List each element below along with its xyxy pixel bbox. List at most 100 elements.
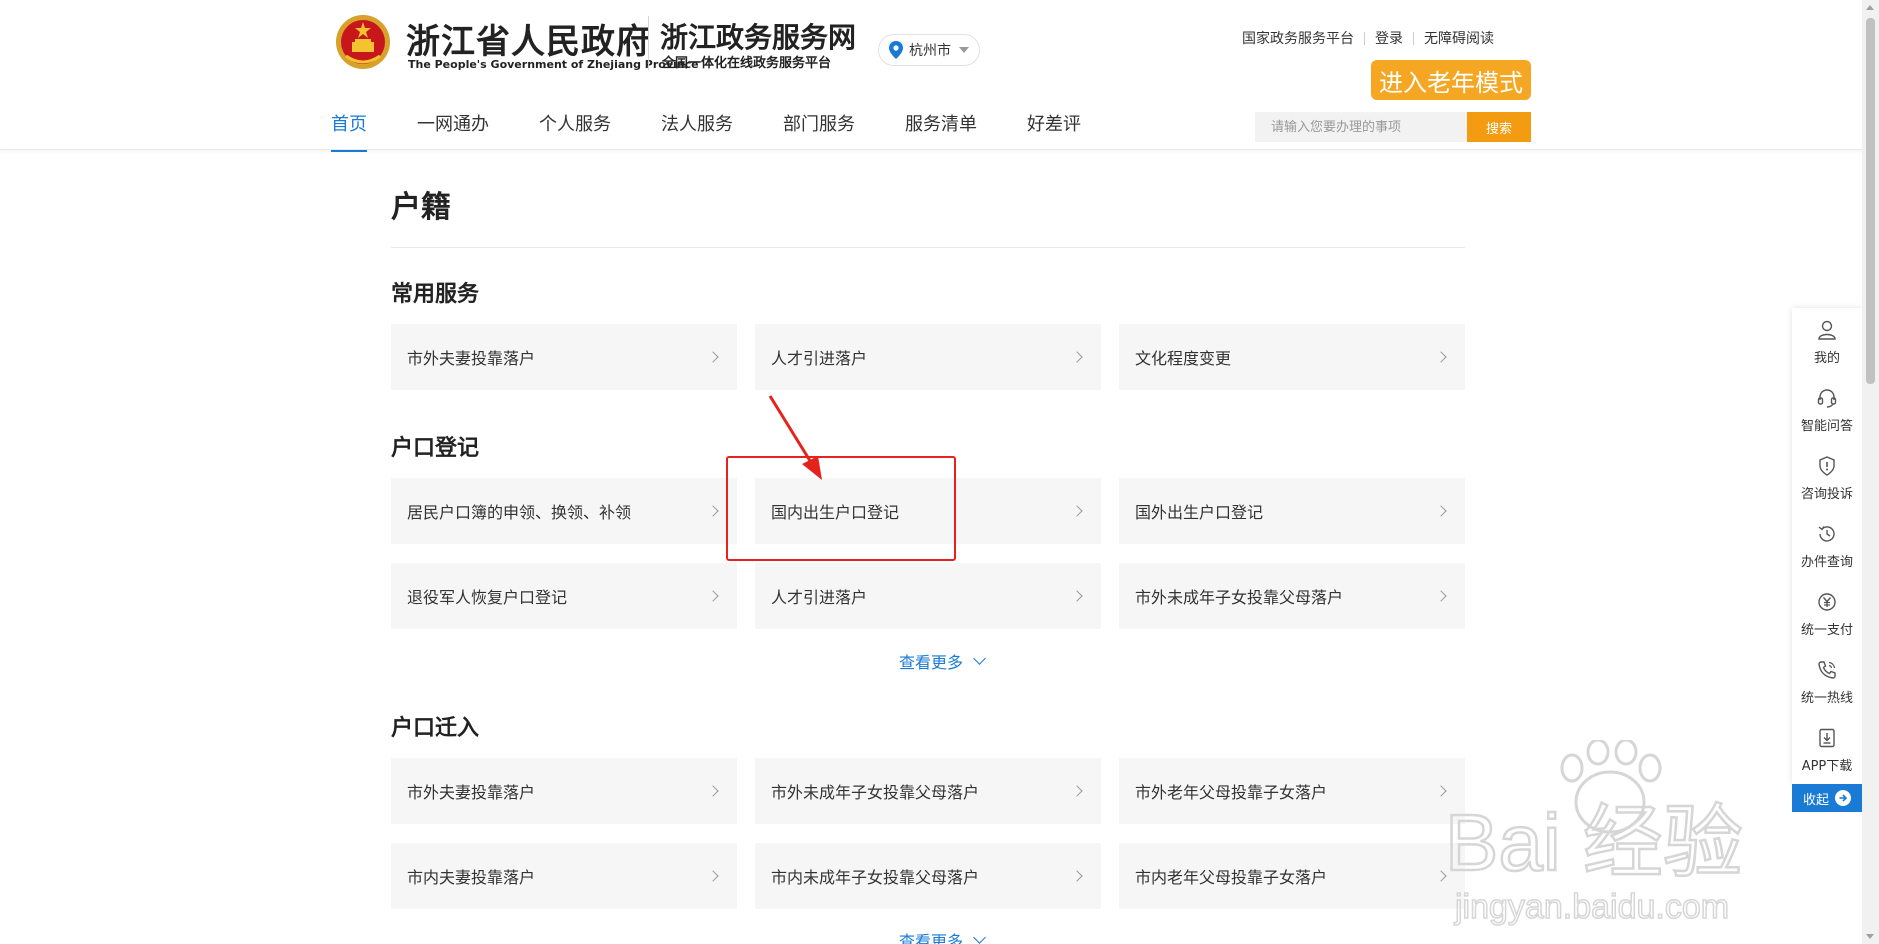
view-more-label: 查看更多: [899, 932, 964, 944]
chevron-down-icon: [973, 652, 986, 665]
sidebar-label: APP下载: [1801, 758, 1853, 774]
link-national-platform[interactable]: 国家政务服务平台: [1242, 28, 1354, 48]
sidebar-label: 办件查询: [1800, 554, 1853, 570]
sidebar-label: 统一支付: [1800, 622, 1853, 638]
chevron-right-icon: [1071, 505, 1083, 517]
section-title-move-in: 户口迁入: [391, 716, 480, 741]
sidebar-item-app-download[interactable]: APP下载: [1792, 716, 1862, 784]
nav-service-list[interactable]: 服务清单: [905, 110, 977, 150]
city-selector[interactable]: 杭州市: [878, 34, 980, 66]
service-card[interactable]: 文化程度变更: [1119, 324, 1465, 390]
service-label: 市内老年父母投靠子女落户: [1135, 868, 1328, 887]
link-accessibility[interactable]: 无障碍阅读: [1424, 28, 1494, 48]
chevron-right-icon: [1071, 785, 1083, 797]
view-more-link[interactable]: 查看更多: [899, 649, 986, 673]
service-label: 人才引进落户: [771, 588, 868, 607]
chevron-right-icon: [1071, 870, 1083, 882]
service-card[interactable]: 国外出生户口登记: [1119, 478, 1465, 544]
link-login[interactable]: 登录: [1375, 28, 1403, 48]
service-card[interactable]: 人才引进落户: [755, 563, 1101, 629]
sidebar-item-smart-qa[interactable]: 智能问答: [1792, 376, 1862, 444]
page-scrollbar[interactable]: [1862, 0, 1879, 944]
watermark-url: jingyan.baidu.com: [1454, 888, 1729, 926]
nav-home[interactable]: 首页: [331, 110, 367, 152]
service-label: 文化程度变更: [1135, 349, 1232, 368]
chevron-right-icon: [707, 870, 719, 882]
national-emblem-logo: [336, 15, 390, 69]
section-title-common: 常用服务: [391, 282, 480, 307]
chevron-right-icon: [1071, 590, 1083, 602]
download-icon: [1819, 728, 1835, 747]
sidebar-item-payment[interactable]: 统一支付: [1792, 580, 1862, 648]
headset-icon: [1817, 388, 1837, 408]
chevron-right-icon: [707, 785, 719, 797]
service-card-domestic-birth[interactable]: 国内出生户口登记: [755, 478, 1101, 544]
yuan-icon: [1818, 592, 1836, 611]
page-title: 户籍: [391, 190, 451, 225]
service-label: 市内未成年子女投靠父母落户: [771, 868, 980, 887]
view-more-link[interactable]: 查看更多: [899, 928, 986, 944]
service-card[interactable]: 市外夫妻投靠落户: [391, 758, 737, 824]
sidebar-item-progress-query[interactable]: 办件查询: [1792, 512, 1862, 580]
site-subtitle: 全国一体化在线政务服务平台: [662, 56, 832, 71]
sidebar-collapse-button[interactable]: 收起: [1792, 784, 1862, 812]
nav-department[interactable]: 部门服务: [783, 110, 855, 150]
service-card[interactable]: 市外夫妻投靠落户: [391, 324, 737, 390]
service-label: 市外未成年子女投靠父母落户: [771, 783, 980, 802]
service-card[interactable]: 市内未成年子女投靠父母落户: [755, 843, 1101, 909]
service-label: 市外夫妻投靠落户: [407, 783, 536, 802]
search-bar: 搜索: [1255, 112, 1531, 142]
service-label: 人才引进落户: [771, 349, 868, 368]
divider: [648, 16, 649, 70]
service-card[interactable]: 市内夫妻投靠落户: [391, 843, 737, 909]
chevron-right-icon: [1435, 785, 1447, 797]
search-button[interactable]: 搜索: [1467, 112, 1531, 142]
page: 浙江省人民政府 The People's Government of Zheji…: [0, 0, 1879, 944]
floating-sidebar: 我的 智能问答 咨询投诉 办件查询 统一支付 统一热线 APP下载: [1792, 308, 1862, 784]
service-card[interactable]: 人才引进落户: [755, 324, 1101, 390]
nav-legal-person[interactable]: 法人服务: [661, 110, 733, 150]
sidebar-label: 统一热线: [1800, 690, 1853, 706]
scrollbar-thumb[interactable]: [1866, 18, 1875, 384]
service-label: 居民户口簿的申领、换领、补领: [407, 503, 632, 522]
city-label: 杭州市: [909, 43, 951, 59]
sidebar-item-hotline[interactable]: 统一热线: [1792, 648, 1862, 716]
gov-name: 浙江省人民政府: [406, 22, 651, 62]
elder-mode-button[interactable]: 进入老年模式: [1371, 60, 1531, 100]
service-card[interactable]: 退役军人恢复户口登记: [391, 563, 737, 629]
caret-down-icon: [959, 47, 969, 53]
service-label: 退役军人恢复户口登记: [407, 588, 568, 607]
nav-evaluation[interactable]: 好差评: [1027, 110, 1081, 150]
nav-one-stop[interactable]: 一网通办: [417, 110, 489, 150]
service-card[interactable]: 市外老年父母投靠子女落户: [1119, 758, 1465, 824]
sidebar-item-mine[interactable]: 我的: [1792, 308, 1862, 376]
sidebar-item-complaint[interactable]: 咨询投诉: [1792, 444, 1862, 512]
chevron-right-icon: [1435, 505, 1447, 517]
service-card[interactable]: 市外未成年子女投靠父母落户: [755, 758, 1101, 824]
nav-personal[interactable]: 个人服务: [539, 110, 611, 150]
sidebar-label: 智能问答: [1800, 418, 1853, 434]
service-card[interactable]: 居民户口簿的申领、换领、补领: [391, 478, 737, 544]
phone-icon: [1818, 660, 1836, 679]
scroll-down-arrow-icon[interactable]: [1866, 934, 1874, 939]
collapse-label: 收起: [1802, 792, 1829, 808]
search-input[interactable]: [1255, 112, 1467, 142]
service-card[interactable]: 市内老年父母投靠子女落户: [1119, 843, 1465, 909]
separator: [1413, 31, 1414, 45]
divider: [391, 247, 1465, 248]
user-icon: [1818, 320, 1836, 340]
service-label: 市外未成年子女投靠父母落户: [1135, 588, 1344, 607]
view-more-label: 查看更多: [899, 653, 964, 672]
history-icon: [1818, 525, 1835, 542]
chevron-right-icon: [1435, 351, 1447, 363]
scroll-up-arrow-icon[interactable]: [1866, 5, 1874, 10]
service-card[interactable]: 市外未成年子女投靠父母落户: [1119, 563, 1465, 629]
chevron-right-icon: [707, 590, 719, 602]
chevron-right-icon: [1435, 590, 1447, 602]
section-title-registration: 户口登记: [391, 436, 480, 461]
service-label: 国外出生户口登记: [1135, 503, 1264, 522]
site-header: 浙江省人民政府 The People's Government of Zheji…: [0, 0, 1862, 152]
separator: [1364, 31, 1365, 45]
top-links: 国家政务服务平台 登录 无障碍阅读: [1242, 28, 1494, 48]
main-nav: 首页 一网通办 个人服务 法人服务 部门服务 服务清单 好差评: [331, 110, 1131, 152]
